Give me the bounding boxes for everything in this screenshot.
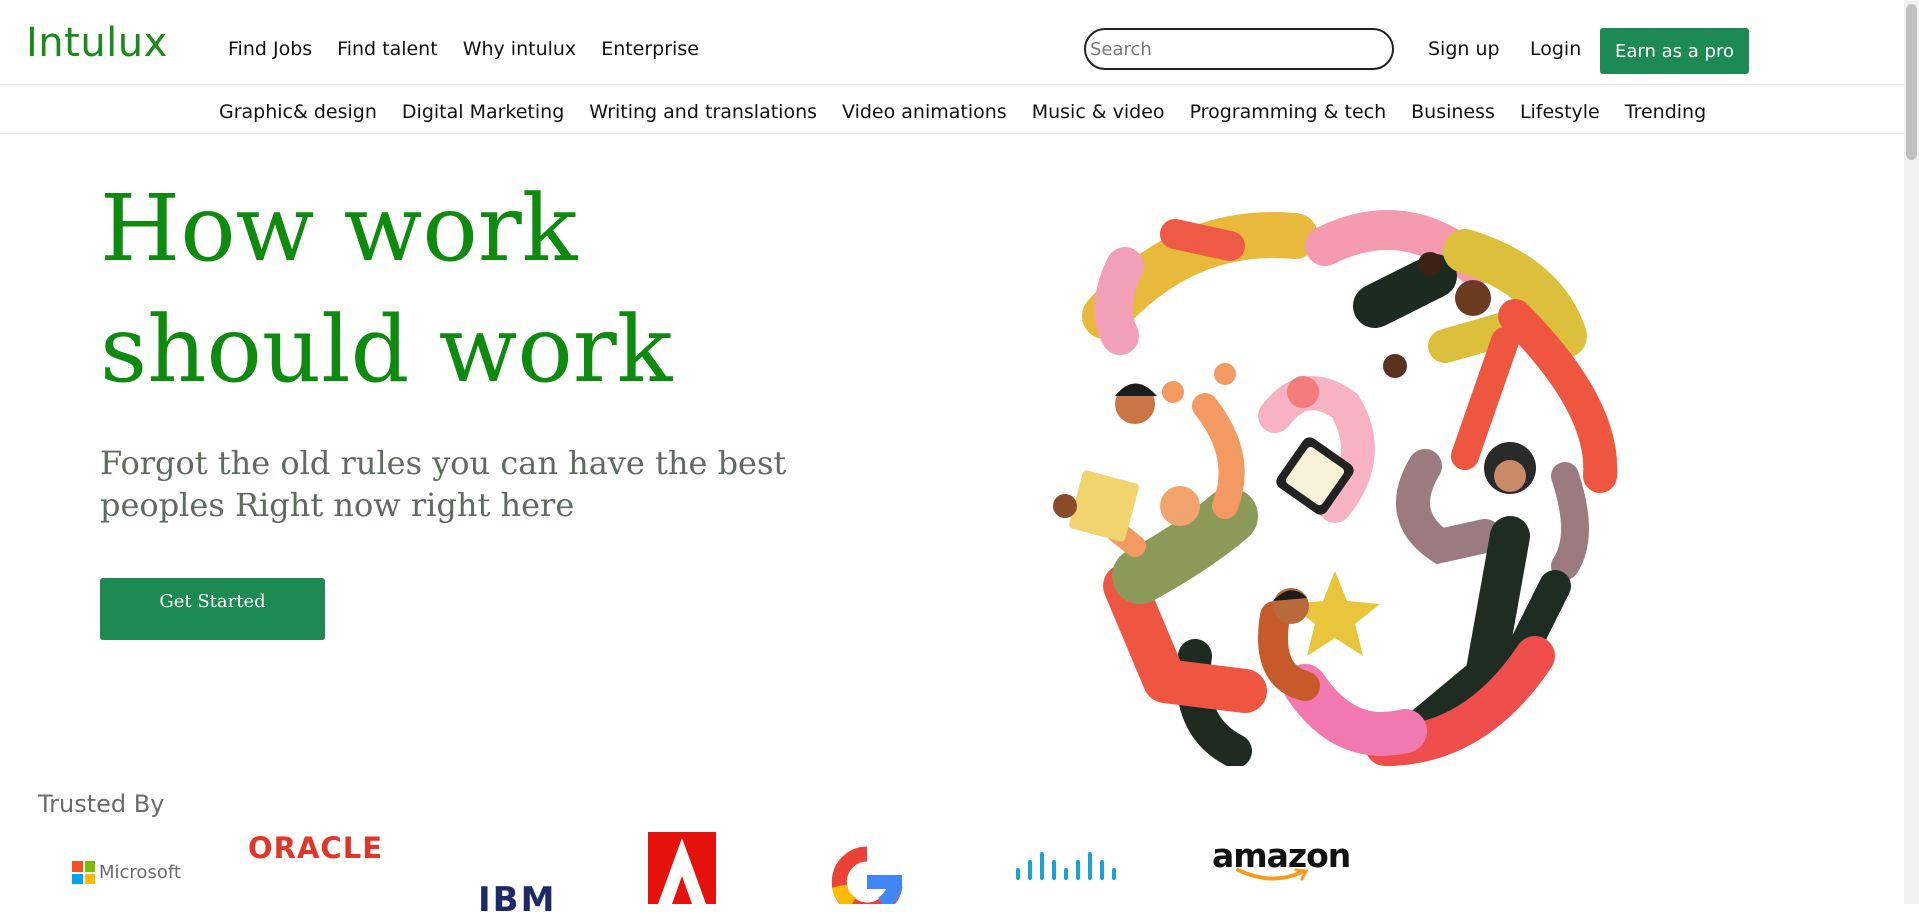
nav-enterprise[interactable]: Enterprise	[601, 38, 699, 60]
search-input[interactable]	[1084, 28, 1394, 70]
trusted-by-heading: Trusted By	[38, 790, 165, 818]
nav-find-talent[interactable]: Find talent	[337, 38, 438, 60]
top-navbar: Intulux Find Jobs Find talent Why intulu…	[0, 0, 1904, 85]
page-scrollbar[interactable]	[1904, 0, 1919, 904]
category-video-animations[interactable]: Video animations	[842, 101, 1007, 123]
adobe-logo	[648, 832, 716, 904]
category-lifestyle[interactable]: Lifestyle	[1520, 101, 1600, 123]
main-nav: Find Jobs Find talent Why intulux Enterp…	[228, 38, 699, 60]
brand-logo[interactable]: Intulux	[26, 20, 168, 66]
microsoft-logo-text: Microsoft	[99, 862, 181, 883]
category-graphic-design[interactable]: Graphic& design	[219, 101, 377, 123]
category-bar: Graphic& design Digital Marketing Writin…	[0, 85, 1904, 134]
ibm-logo: IBM	[478, 880, 557, 920]
category-digital-marketing[interactable]: Digital Marketing	[402, 101, 564, 123]
category-trending[interactable]: Trending	[1625, 101, 1706, 123]
google-logo	[831, 846, 903, 904]
hero-subtitle: Forgot the old rules you can have the be…	[100, 444, 787, 524]
scrollbar-thumb[interactable]	[1906, 4, 1917, 160]
category-writing-translations[interactable]: Writing and translations	[589, 101, 817, 123]
get-started-button[interactable]: Get Started	[100, 578, 325, 640]
microsoft-logo: Microsoft	[72, 861, 181, 884]
amazon-smile-icon	[1236, 868, 1309, 881]
category-programming-tech[interactable]: Programming & tech	[1190, 101, 1387, 123]
hero-title: How work should work	[100, 175, 673, 403]
nav-why-intulux[interactable]: Why intulux	[463, 38, 577, 60]
microsoft-grid-icon	[72, 861, 95, 884]
cisco-logo	[1016, 852, 1116, 880]
nav-find-jobs[interactable]: Find Jobs	[228, 38, 312, 60]
earn-as-pro-button[interactable]: Earn as a pro	[1600, 28, 1749, 74]
sign-up-link[interactable]: Sign up	[1428, 38, 1500, 60]
login-link[interactable]: Login	[1530, 38, 1581, 60]
people-circle-illustration	[1053, 210, 1618, 766]
oracle-logo: ORACLE	[248, 831, 383, 865]
category-business[interactable]: Business	[1411, 101, 1495, 123]
category-music-video[interactable]: Music & video	[1032, 101, 1165, 123]
